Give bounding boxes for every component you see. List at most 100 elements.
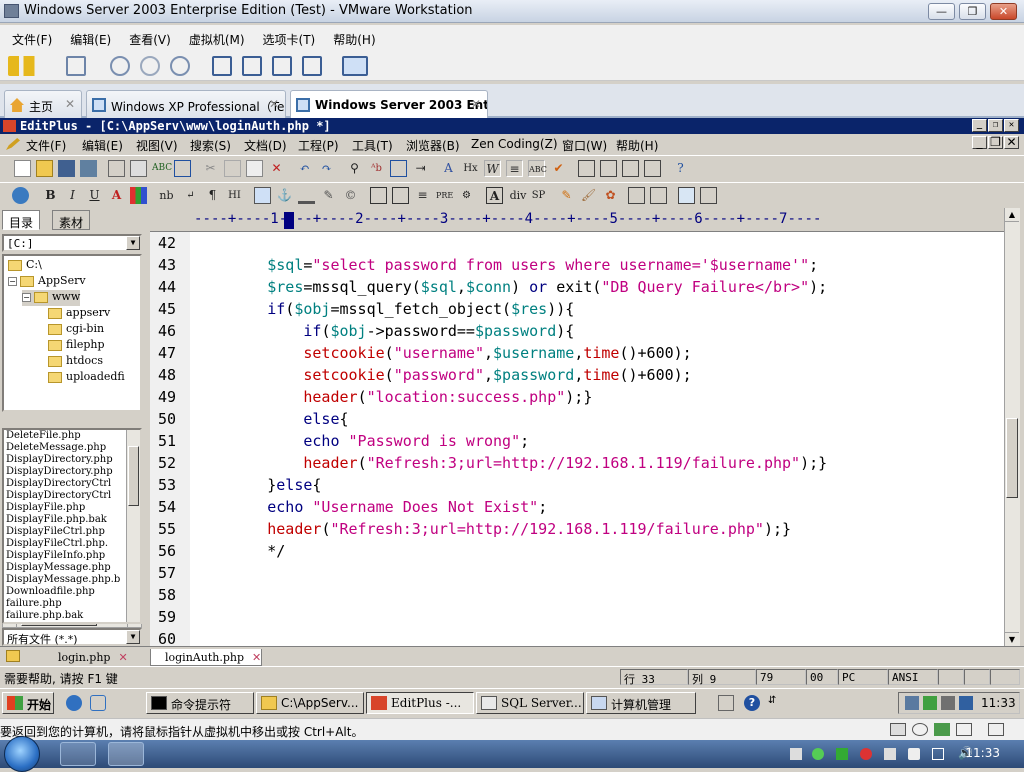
- doc-close-button[interactable]: ✕: [1004, 136, 1019, 149]
- file-list-item[interactable]: DeleteMessage.php: [4, 442, 140, 454]
- file-list-item[interactable]: DisplayFileInfo.php: [4, 550, 140, 562]
- print-icon[interactable]: [130, 160, 147, 177]
- pre-button[interactable]: PRE: [436, 187, 453, 204]
- editor-vertical-scrollbar[interactable]: ▲ ▼: [1004, 208, 1020, 646]
- editplus-close-button[interactable]: ✕: [1004, 119, 1019, 132]
- font-tag-icon[interactable]: A: [486, 187, 503, 204]
- palette-icon[interactable]: ✿: [602, 187, 619, 204]
- vmware-minimize-button[interactable]: —: [928, 3, 955, 20]
- vmware-menu-edit[interactable]: 编辑(E): [58, 25, 117, 48]
- browser-preview-icon[interactable]: [174, 160, 191, 177]
- output-window-icon[interactable]: [622, 160, 639, 177]
- file-list-item[interactable]: DisplayDirectory.php: [4, 466, 140, 478]
- vmware-taskbar-icon[interactable]: [108, 742, 144, 766]
- redo-icon[interactable]: ↷: [318, 160, 335, 177]
- security-tray-icon[interactable]: [923, 696, 937, 710]
- snapshot-icon[interactable]: [110, 56, 130, 76]
- thumbnail-icon[interactable]: [242, 56, 262, 76]
- code-line[interactable]: $sql="select password from users where u…: [195, 256, 818, 274]
- tab-directory[interactable]: 目录: [2, 210, 41, 230]
- code-line[interactable]: echo "Password is wrong";: [195, 432, 529, 450]
- code-line[interactable]: if($obj->password==$password){: [195, 322, 574, 340]
- vmware-menu-vm[interactable]: 虚拟机(M): [177, 25, 251, 48]
- split-window-icon[interactable]: [644, 160, 661, 177]
- scroll-down-icon[interactable]: ▼: [1005, 632, 1019, 646]
- break-icon[interactable]: ↵: [182, 187, 199, 204]
- code-line[interactable]: echo "Username Does Not Exist";: [195, 498, 547, 516]
- fullscreen-icon[interactable]: [272, 56, 292, 76]
- file-list-item[interactable]: DisplayDirectoryCtrl: [4, 478, 140, 490]
- shield-icon[interactable]: [836, 748, 848, 760]
- center-align-icon[interactable]: ≡: [414, 187, 431, 204]
- file-list-item[interactable]: DisplayFileCtrl.php: [4, 526, 140, 538]
- vmware-tools-tray-icon[interactable]: [941, 696, 955, 710]
- explorer-taskbar-icon[interactable]: [60, 742, 96, 766]
- tree-item[interactable]: − www: [22, 290, 81, 306]
- code-line[interactable]: }else{: [195, 476, 321, 494]
- anchor-icon[interactable]: ⚓: [276, 187, 293, 204]
- goto-line-icon[interactable]: ⇥: [412, 160, 429, 177]
- word-wrap-icon[interactable]: W: [484, 160, 501, 177]
- table-icon[interactable]: [370, 187, 387, 204]
- font-color-button[interactable]: A: [108, 187, 125, 204]
- save-icon[interactable]: [58, 160, 75, 177]
- doc-tab-login[interactable]: login.php ✕: [44, 649, 128, 666]
- vmware-menu-tabs[interactable]: 选项卡(T): [251, 25, 322, 48]
- code-line[interactable]: setcookie("username",$username,time()+60…: [195, 344, 691, 362]
- bold-button[interactable]: B: [42, 187, 59, 204]
- file-list-item[interactable]: DisplayFileCtrl.php.: [4, 538, 140, 550]
- object-icon[interactable]: [678, 187, 695, 204]
- ep-menu-window[interactable]: 窗口(W): [562, 137, 607, 154]
- vmware-maximize-button[interactable]: ❐: [959, 3, 986, 20]
- editplus-restore-button[interactable]: ❐: [988, 119, 1003, 132]
- ep-menu-project[interactable]: 工程(P): [298, 137, 339, 154]
- spellcheck-icon[interactable]: ABC: [152, 160, 172, 177]
- hr-button[interactable]: HI: [226, 187, 243, 204]
- ep-menu-edit[interactable]: 编辑(E): [82, 137, 123, 154]
- file-list-item[interactable]: DeleteFile.php: [4, 430, 140, 442]
- network-status-icon[interactable]: [932, 748, 944, 760]
- frame-icon[interactable]: [650, 187, 667, 204]
- file-list[interactable]: DeleteFile.php DeleteMessage.php DisplayDi…: [2, 428, 142, 624]
- vmware-menu-view[interactable]: 查看(V): [117, 25, 177, 48]
- new-file-icon[interactable]: [14, 160, 31, 177]
- italic-button[interactable]: I: [64, 187, 81, 204]
- font-icon[interactable]: A: [440, 160, 457, 177]
- open-folder-icon[interactable]: [36, 160, 53, 177]
- tree-item[interactable]: htdocs: [36, 354, 103, 370]
- copy-icon[interactable]: [224, 160, 241, 177]
- save-all-icon[interactable]: [80, 160, 97, 177]
- ep-menu-search[interactable]: 搜索(S): [190, 137, 231, 154]
- code-line[interactable]: $res=mssql_query($sql,$conn) or exit("DB…: [195, 278, 827, 296]
- image-icon[interactable]: [254, 187, 271, 204]
- tray-icon-2[interactable]: [812, 748, 824, 760]
- tree-item[interactable]: C:\: [8, 258, 42, 274]
- vmware-menu-file[interactable]: 文件(F): [0, 25, 58, 48]
- code-line[interactable]: header("Refresh:3;url=http://192.168.1.1…: [195, 454, 827, 472]
- code-line[interactable]: header("location:success.php");}: [195, 388, 592, 406]
- form-icon[interactable]: [392, 187, 409, 204]
- file-list-item[interactable]: DisplayMessage.php: [4, 562, 140, 574]
- pause-icon[interactable]: [8, 56, 36, 76]
- ep-menu-browser[interactable]: 浏览器(B): [406, 137, 460, 154]
- brush-icon[interactable]: 🖌: [580, 187, 597, 204]
- paragraph-button[interactable]: ¶: [204, 187, 221, 204]
- ep-menu-zencoding[interactable]: Zen Coding(Z): [471, 137, 558, 151]
- usb-icon[interactable]: [956, 723, 972, 736]
- undo-icon[interactable]: ↶: [296, 160, 313, 177]
- revert-icon[interactable]: [140, 56, 160, 76]
- vmware-close-button[interactable]: ✕: [990, 3, 1017, 20]
- ep-menu-file[interactable]: 文件(F): [26, 137, 66, 154]
- scroll-thumb[interactable]: [1006, 418, 1018, 498]
- tree-item[interactable]: uploadedfi: [36, 370, 125, 386]
- file-list-item[interactable]: failure.php: [4, 598, 140, 610]
- help-icon[interactable]: ?: [744, 695, 760, 711]
- cliptext-icon[interactable]: [578, 160, 595, 177]
- file-list-item[interactable]: Downloadfile.php: [4, 586, 140, 598]
- find-in-files-icon[interactable]: [390, 160, 407, 177]
- find-icon[interactable]: ⚲: [346, 160, 363, 177]
- network-tray-icon[interactable]: [905, 696, 919, 710]
- print-preview-icon[interactable]: [108, 160, 125, 177]
- doc-minimize-button[interactable]: _: [972, 136, 987, 149]
- file-list-item[interactable]: failure.php.bak: [4, 610, 140, 622]
